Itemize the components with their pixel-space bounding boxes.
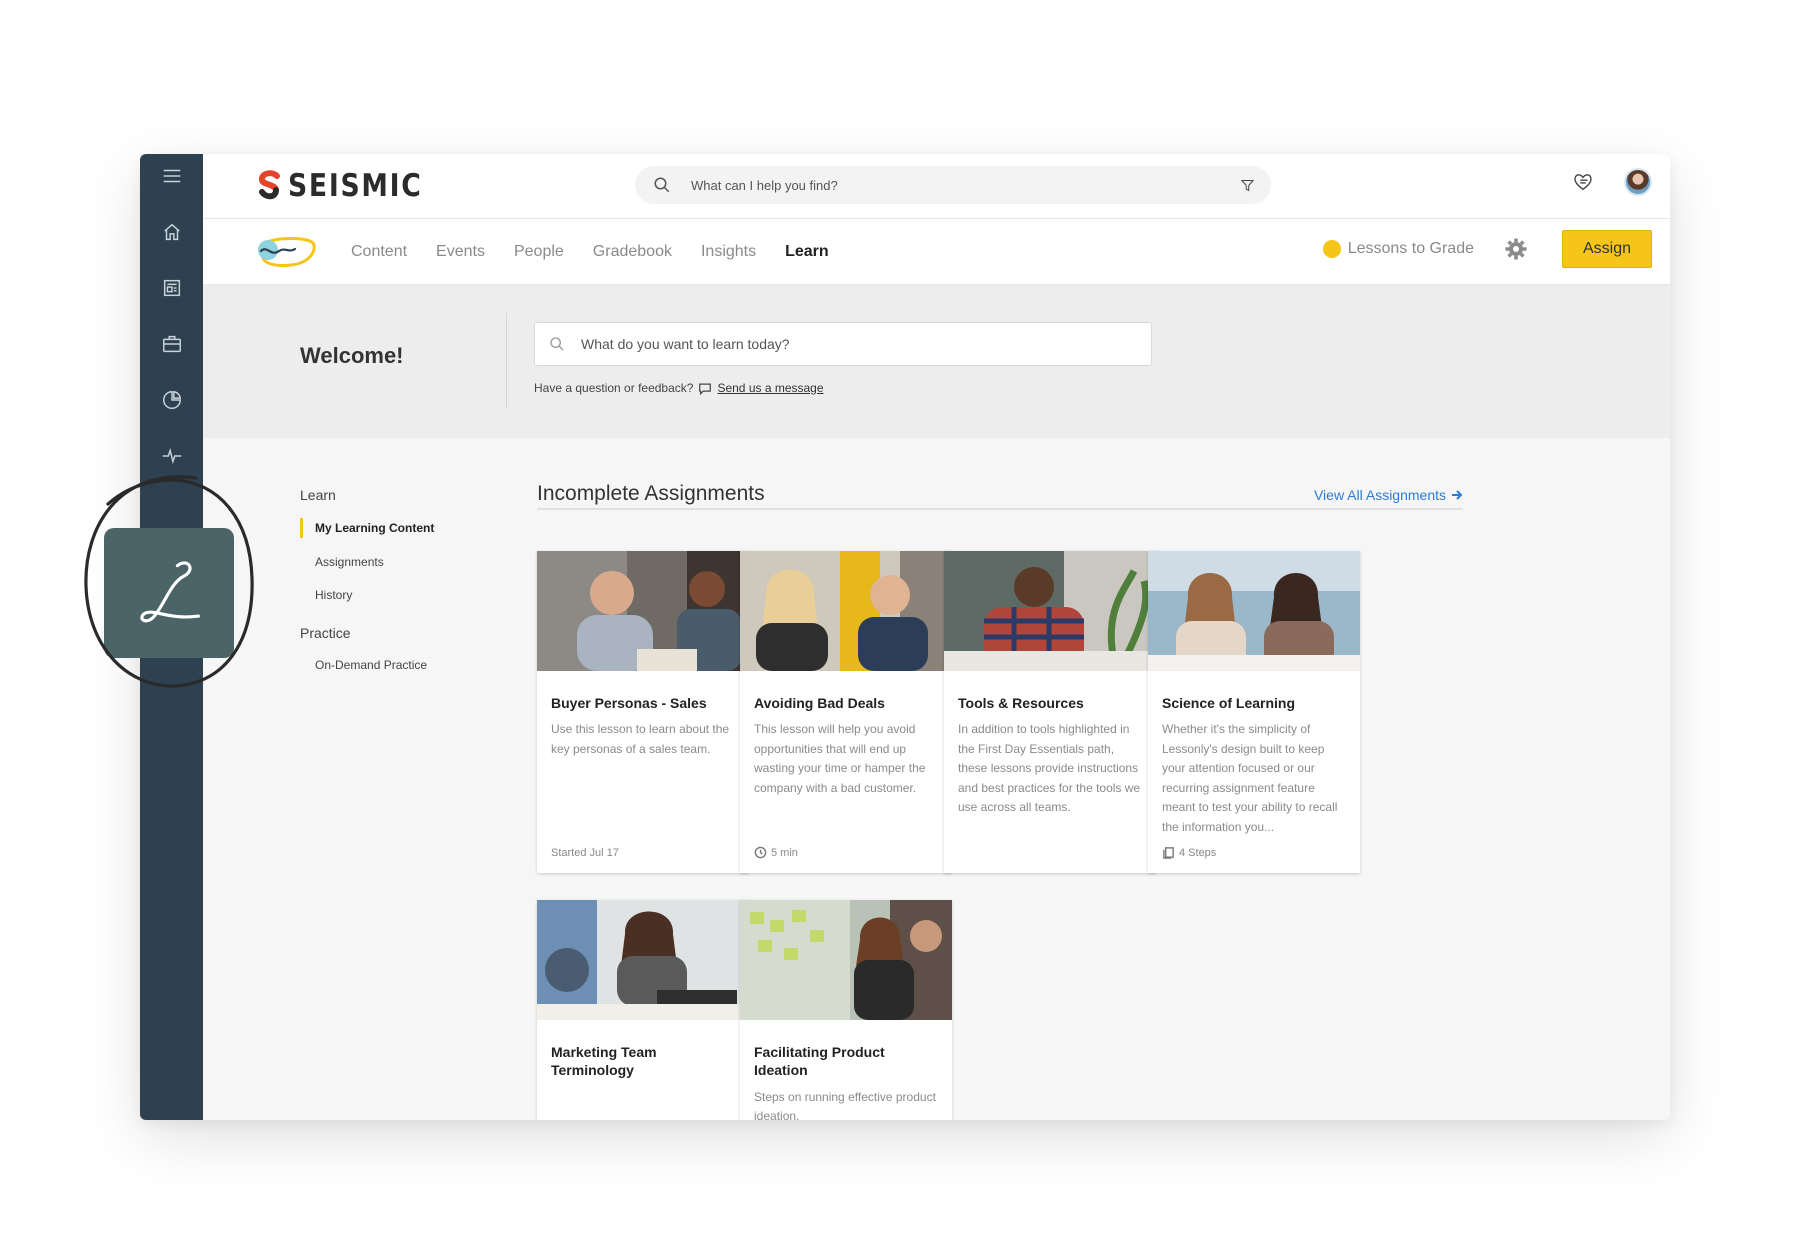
lessonly-app-tile[interactable] [104, 528, 234, 658]
card-title: Marketing Team Terminology [551, 1044, 657, 1079]
welcome-hero: Welcome! Have a question or feedback? Se… [203, 285, 1670, 438]
seismic-logo-mark [259, 170, 280, 200]
nav-content[interactable]: Content [351, 243, 407, 261]
filter-icon[interactable] [1240, 178, 1255, 193]
hero-divider [506, 313, 507, 408]
assignment-card-science-of-learning[interactable]: Science of Learning Whether it's the sim… [1148, 551, 1360, 873]
card-photo [537, 551, 749, 671]
learn-nav-bar: Content Events People Gradebook Insights… [203, 219, 1670, 285]
card-description: Whether it's the simplicity of Lessonly'… [1162, 722, 1338, 834]
learning-side-nav: Learn My Learning Content Assignments Hi… [300, 487, 500, 673]
side-item-history[interactable]: History [300, 587, 500, 603]
card-photo [1148, 551, 1360, 671]
view-all-label: View All Assignments [1313, 487, 1446, 503]
card-photo [740, 551, 952, 671]
card-title: Science of Learning [1162, 695, 1296, 711]
assignment-card-avoiding-bad-deals[interactable]: Avoiding Bad Deals This lesson will help… [740, 551, 952, 873]
lessonly-script-l-icon [140, 561, 200, 623]
nav-people[interactable]: People [514, 243, 564, 261]
card-title: Tools & Resources [958, 695, 1084, 711]
assignments-title: Incomplete Assignments [537, 482, 765, 505]
card-description: Steps on running effective product ideat… [754, 1089, 936, 1120]
card-description: In addition to tools highlighted in the … [958, 722, 1141, 815]
assignment-card-marketing-terminology[interactable]: Marketing Team Terminology [537, 900, 749, 1120]
nav-events[interactable]: Events [436, 243, 485, 261]
card-meta: 4 Steps [1162, 846, 1216, 859]
card-meta-text: Started Jul 17 [551, 847, 619, 859]
lessons-to-grade-dot [1322, 240, 1341, 258]
top-right-actions [1572, 168, 1652, 196]
card-description: Use this lesson to learn about the key p… [551, 722, 730, 756]
chat-bubble-icon [699, 383, 712, 395]
card-title: Avoiding Bad Deals [754, 695, 885, 711]
search-icon [550, 337, 564, 351]
home-icon[interactable] [140, 212, 203, 252]
card-meta: Started Jul 17 [551, 847, 619, 859]
brand-name: SEISMIC [288, 168, 423, 204]
assignments-header: Incomplete Assignments View All Assignme… [537, 482, 1463, 510]
global-search-input[interactable] [691, 177, 1240, 193]
search-icon [654, 177, 670, 193]
seismic-logo[interactable]: SEISMIC [258, 168, 445, 204]
assignment-card-tools-resources[interactable]: Tools & Resources In addition to tools h… [944, 551, 1156, 873]
card-photo [944, 551, 1156, 671]
news-icon[interactable] [140, 268, 203, 308]
card-description: This lesson will help you avoid opportun… [754, 722, 926, 795]
side-item-assignments[interactable]: Assignments [300, 554, 500, 570]
learn-search-bar [534, 322, 1152, 366]
feedback-line: Have a question or feedback? Send us a m… [534, 381, 824, 395]
nav-gradebook[interactable]: Gradebook [593, 243, 672, 261]
card-photo [537, 900, 749, 1020]
clock-icon [754, 846, 767, 859]
assign-button[interactable]: Assign [1562, 230, 1652, 268]
nav-insights[interactable]: Insights [701, 243, 756, 261]
learn-search-input[interactable] [581, 336, 1137, 352]
activity-icon[interactable] [140, 436, 203, 476]
side-heading-practice: Practice [300, 625, 351, 641]
hamburger-menu-icon[interactable] [140, 156, 203, 196]
card-title: Buyer Personas - Sales [551, 695, 707, 711]
send-message-link[interactable]: Send us a message [717, 381, 823, 395]
card-meta-text: 4 Steps [1179, 846, 1217, 859]
card-meta: 5 min [754, 846, 798, 859]
user-avatar[interactable] [1624, 168, 1652, 196]
side-item-on-demand-practice[interactable]: On-Demand Practice [300, 657, 500, 673]
assignment-card-product-ideation[interactable]: Facilitating Product Ideation Steps on r… [740, 900, 952, 1120]
card-meta-text: 5 min [771, 846, 798, 859]
card-photo [740, 900, 952, 1020]
nav-learn[interactable]: Learn [785, 243, 829, 261]
assignment-card-buyer-personas[interactable]: Buyer Personas - Sales Use this lesson t… [537, 551, 749, 873]
view-all-assignments-link[interactable]: View All Assignments [1314, 487, 1463, 503]
gear-icon[interactable] [1504, 237, 1528, 261]
side-item-my-learning-content[interactable]: My Learning Content [300, 518, 500, 538]
learn-bar-actions: Lessons to Grade Assign [1322, 230, 1652, 268]
top-bar: SEISMIC [203, 154, 1670, 219]
card-title: Facilitating Product Ideation [754, 1044, 885, 1079]
welcome-heading: Welcome! [300, 343, 404, 368]
side-heading-learn: Learn [300, 487, 336, 503]
learn-nav: Content Events People Gradebook Insights… [351, 219, 829, 285]
liked-list-icon[interactable] [1572, 171, 1594, 193]
pie-chart-icon[interactable] [140, 380, 203, 420]
arrow-right-icon [1452, 490, 1463, 500]
global-search-bar [635, 166, 1271, 204]
steps-icon [1163, 847, 1174, 859]
app-window: SEISMIC Content Events People Gradebook … [140, 154, 1670, 1120]
lessons-to-grade-link[interactable]: Lessons to Grade [1348, 240, 1474, 258]
lessonly-logo[interactable] [255, 233, 319, 271]
briefcase-icon[interactable] [140, 324, 203, 364]
feedback-text: Have a question or feedback? [534, 381, 694, 395]
